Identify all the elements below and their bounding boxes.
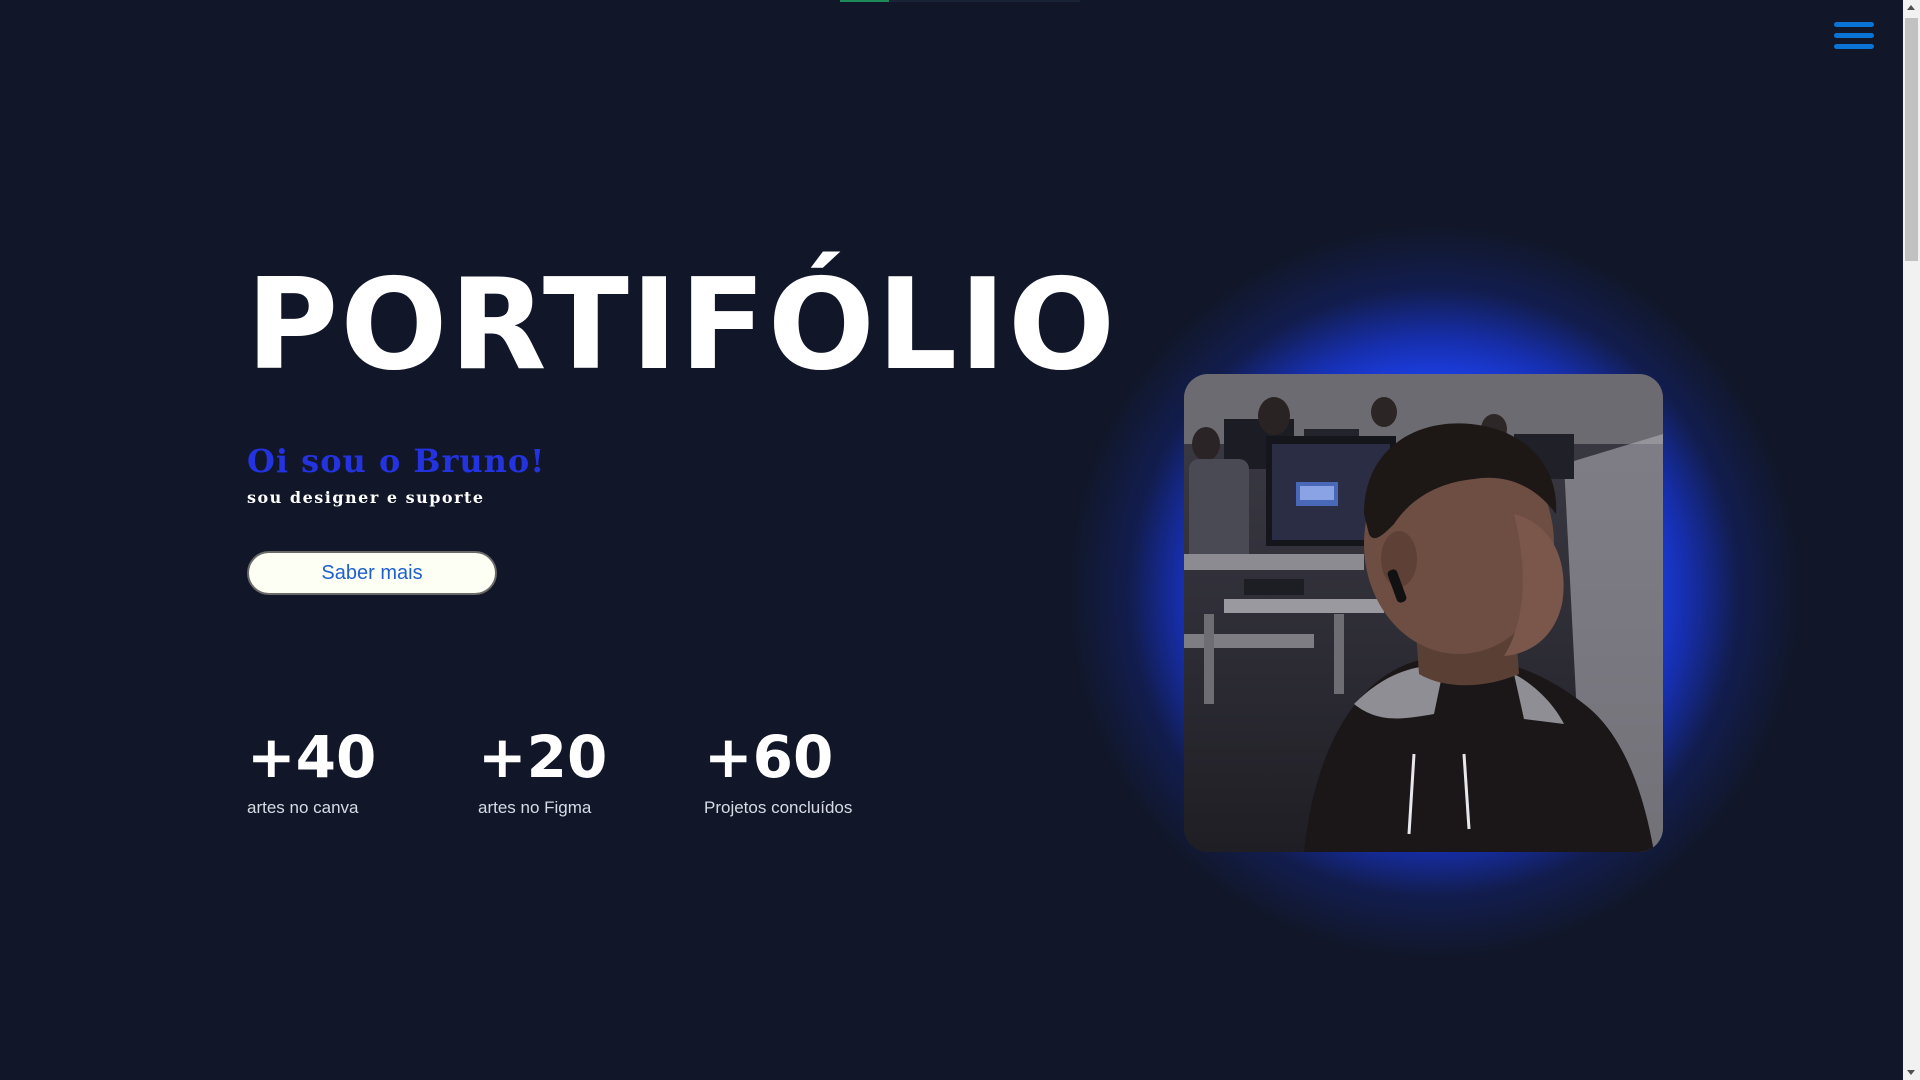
- scroll-progress-fill: [840, 0, 889, 2]
- stat-figma: +20 artes no Figma: [478, 728, 607, 818]
- saber-mais-button[interactable]: Saber mais: [247, 551, 497, 595]
- scroll-down-arrow-icon[interactable]: [1907, 1070, 1915, 1075]
- scrollbar-thumb[interactable]: [1905, 18, 1918, 261]
- page-title: PORTIFÓLIO: [246, 251, 1118, 398]
- scroll-up-arrow-icon[interactable]: [1907, 5, 1915, 10]
- stat-canva: +40 artes no canva: [247, 728, 376, 818]
- stat-label: Projetos concluídos: [704, 798, 853, 817]
- menu-line: [1834, 22, 1874, 27]
- scroll-progress-bar: [840, 0, 1080, 2]
- profile-photo: [1184, 374, 1663, 852]
- greeting-heading: Oi sou o Bruno!: [247, 442, 546, 480]
- stat-value: +20: [478, 723, 608, 791]
- menu-line: [1834, 33, 1874, 38]
- hamburger-menu-icon[interactable]: [1834, 22, 1874, 54]
- profile-photo-illustration: [1184, 374, 1663, 852]
- stat-label: artes no canva: [247, 798, 359, 817]
- portfolio-page: PORTIFÓLIO Oi sou o Bruno! sou designer …: [0, 0, 1920, 1080]
- stat-label: artes no Figma: [478, 798, 592, 817]
- menu-line: [1834, 44, 1874, 49]
- vertical-scrollbar[interactable]: [1903, 0, 1920, 1080]
- stat-projects: +60 Projetos concluídos: [704, 728, 852, 818]
- stat-value: +40: [247, 723, 377, 791]
- role-subtitle: sou designer e suporte: [247, 488, 485, 507]
- stat-value: +60: [704, 723, 834, 791]
